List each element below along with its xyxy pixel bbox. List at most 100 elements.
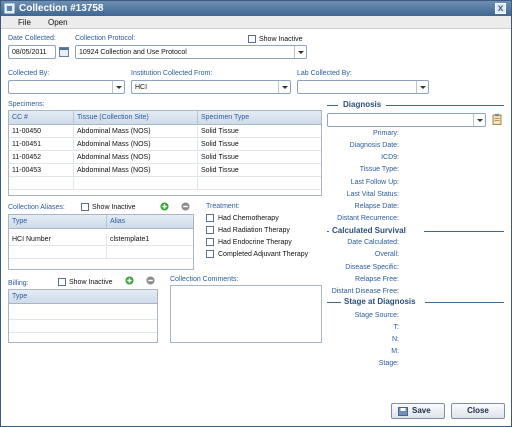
completed-adjuvant-checkbox[interactable] [206,250,214,258]
table-row[interactable]: 11-00450 Abdominal Mass (NOS) Solid Tiss… [9,126,321,138]
lab-collected-by-select[interactable] [297,80,429,94]
diagnosis-tissue-type-label: Tissue Type: [359,166,399,173]
collection-comments-textarea[interactable] [170,285,322,343]
survival-overall-label: Overall: [374,251,399,258]
stage-t-label: T: [393,324,399,331]
column-header-tissue[interactable]: Tissue (Collection Site) [74,111,198,125]
chevron-down-icon[interactable] [416,81,428,93]
column-header-cc[interactable]: CC # [9,111,74,125]
clipboard-icon[interactable] [492,113,502,125]
specimens-label: Specimens: [8,101,45,108]
collection-comments-label: Collection Comments: [170,276,239,283]
menu-bar: File Open [1,16,511,29]
stage-m-label: M: [391,348,399,355]
window-app-icon [4,3,15,14]
close-button[interactable]: Close [451,403,505,419]
add-alias-icon[interactable] [160,202,169,211]
diagnosis-icd9-label: ICD9: [381,154,399,161]
table-cell [107,247,193,259]
aliases-table[interactable]: Type Alias HCI Number clstemplate1 [8,214,194,270]
had-endocrine-checkbox[interactable] [206,238,214,246]
aliases-show-inactive-checkbox[interactable] [81,203,89,211]
diagnosis-distant-recurrence-label: Distant Recurrence: [337,215,399,222]
had-radiation-checkbox[interactable] [206,226,214,234]
survival-date-calculated-label: Date Calculated: [347,239,399,246]
table-cell: HCI Number [9,234,107,246]
collection-window: Collection #13758 x File Open Date Colle… [0,0,512,427]
diagnosis-relapse-date-label: Relapse Date: [354,203,399,210]
window-close-button[interactable]: x [495,3,506,14]
institution-label: Institution Collected From: [131,70,213,77]
date-collected-label: Date Collected: [8,35,56,42]
remove-billing-icon[interactable] [146,276,155,285]
collection-protocol-select[interactable]: 10924 Collection and Use Protocol [75,45,307,59]
diagnosis-select[interactable] [327,113,486,127]
table-row-empty[interactable] [9,308,157,320]
column-header-alias[interactable]: Alias [107,215,193,229]
billing-table[interactable]: Type [8,289,158,343]
table-row-empty[interactable] [9,321,157,333]
date-collected-input[interactable]: 08/05/2011 [8,45,56,59]
stage-at-diagnosis-title: Stage at Diagnosis [344,297,416,306]
menu-file[interactable]: File [18,17,31,28]
stage-rule-left [327,302,341,303]
table-row[interactable]: 11-00451 Abdominal Mass (NOS) Solid Tiss… [9,139,321,151]
remove-alias-icon[interactable] [181,202,190,211]
table-cell: Abdominal Mass (NOS) [74,126,198,138]
collected-by-select[interactable] [8,80,125,94]
table-cell: Solid Tissue [201,167,239,174]
specimens-table[interactable]: CC # Tissue (Collection Site) Specimen T… [8,110,322,196]
survival-disease-specific-label: Disease Specific: [345,264,399,271]
menu-open[interactable]: Open [48,17,68,28]
table-cell: Solid Tissue [201,141,239,148]
table-row[interactable]: 11-00453 Abdominal Mass (NOS) Solid Tiss… [9,165,321,177]
had-endocrine-label: Had Endocrine Therapy [218,239,292,246]
protocol-show-inactive-label: Show Inactive [259,36,303,43]
diagnosis-rule-left [327,105,338,106]
chevron-down-icon[interactable] [294,46,306,58]
treatment-label: Treatment: [206,203,240,210]
table-cell [9,247,107,259]
table-cell: clstemplate1 [110,236,150,243]
institution-select[interactable]: HCI [131,80,291,94]
chevron-down-icon[interactable] [278,81,290,93]
diagnosis-date-label: Diagnosis Date: [349,142,399,149]
column-header-specimen-type[interactable]: Specimen Type [198,111,321,125]
chevron-down-icon[interactable] [112,81,124,93]
add-billing-icon[interactable] [125,276,134,285]
table-row-empty[interactable] [9,178,321,190]
calendar-icon[interactable] [59,47,69,57]
table-cell: 11-00450 [9,126,74,138]
title-bar[interactable]: Collection #13758 x [1,1,511,16]
table-cell [198,178,321,190]
save-icon [398,407,408,416]
stage-n-label: N: [392,336,399,343]
protocol-show-inactive-checkbox[interactable] [248,35,256,43]
billing-show-inactive-checkbox[interactable] [58,278,66,286]
close-button-label: Close [467,406,489,415]
table-row[interactable]: 11-00452 Abdominal Mass (NOS) Solid Tiss… [9,152,321,164]
chevron-down-icon[interactable] [473,114,485,126]
table-cell [74,178,198,190]
table-cell: Abdominal Mass (NOS) [74,152,198,164]
table-cell: Solid Tissue [201,154,239,161]
diagnosis-last-follow-up-label: Last Follow Up: [350,179,399,186]
diagnosis-rule-right [386,105,504,106]
column-header-billing-type[interactable]: Type [9,290,157,304]
aliases-show-inactive-label: Show Inactive [92,204,136,211]
had-chemotherapy-label: Had Chemotherapy [218,215,279,222]
table-row-empty[interactable] [9,247,193,259]
table-cell: Abdominal Mass (NOS) [74,165,198,177]
table-row[interactable]: HCI Number clstemplate1 [9,234,193,246]
survival-rule-right [424,231,504,232]
table-cell: 11-00452 [9,152,74,164]
survival-rule-left [327,231,329,232]
had-chemotherapy-checkbox[interactable] [206,214,214,222]
table-cell: Solid Tissue [201,128,239,135]
survival-distant-disease-free-label: Distant Disease Free: [331,288,399,295]
save-button[interactable]: Save [391,403,445,419]
column-header-alias-type[interactable]: Type [9,215,107,229]
collection-aliases-label: Collection Aliases: [8,204,65,211]
diagnosis-last-vital-status-label: Last Vital Status: [346,191,399,198]
aliases-table-header: Type Alias [9,215,193,229]
